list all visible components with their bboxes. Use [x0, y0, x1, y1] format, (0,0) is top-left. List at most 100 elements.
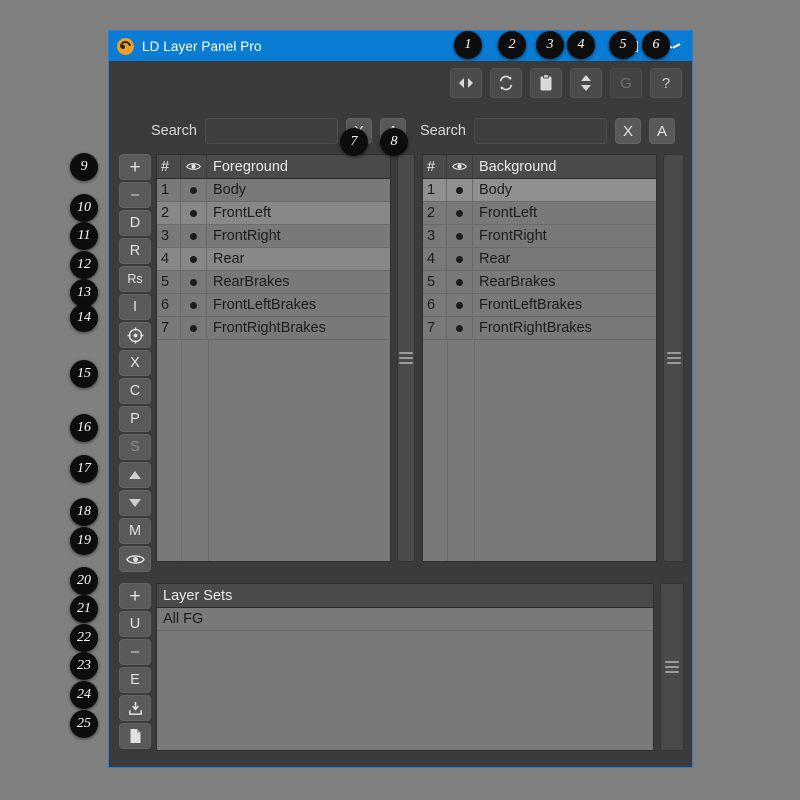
- row-number: 4: [423, 248, 447, 270]
- duplicate-button[interactable]: D: [119, 210, 151, 236]
- table-row[interactable]: 5 RearBrakes: [423, 271, 656, 294]
- layer-sets-panel[interactable]: Layer Sets All FG: [156, 583, 654, 751]
- table-row[interactable]: 1 Body: [157, 179, 390, 202]
- annotation-badge-17: 17: [70, 455, 98, 483]
- paste-button[interactable]: P: [119, 406, 151, 432]
- row-layer-name: FrontRight: [479, 228, 547, 244]
- row-visibility-toggle[interactable]: [447, 294, 473, 316]
- layer-set-name: All FG: [163, 611, 204, 627]
- background-search-input[interactable]: [473, 118, 607, 144]
- clipboard-button[interactable]: [530, 68, 562, 98]
- visibility-button[interactable]: [119, 546, 151, 572]
- background-search-all-button[interactable]: A: [648, 118, 675, 144]
- swap-button[interactable]: [570, 68, 602, 98]
- table-row[interactable]: 7 FrontRightBrakes: [423, 317, 656, 340]
- screen: LD Layer Panel Pro G ? Search Search X A…: [0, 0, 800, 800]
- table-row[interactable]: 4 Rear: [157, 248, 390, 271]
- table-row[interactable]: 5 RearBrakes: [157, 271, 390, 294]
- eye-icon: [186, 163, 201, 170]
- row-number: 5: [423, 271, 447, 293]
- visibility-dot-icon: [456, 278, 463, 286]
- background-list-empty-area[interactable]: [423, 340, 656, 561]
- row-visibility-toggle[interactable]: [181, 248, 207, 270]
- isolate-button[interactable]: I: [119, 294, 151, 320]
- table-row[interactable]: 3 FrontRight: [157, 225, 390, 248]
- foreground-search-input[interactable]: [204, 118, 338, 144]
- remove-layer-button[interactable]: –: [119, 182, 151, 208]
- foreground-list-panel[interactable]: # Foreground 1 Body 2 FrontLeft 3 FrontR…: [156, 154, 391, 562]
- question-mark-icon: ?: [661, 74, 671, 92]
- grip-lines-icon: [666, 352, 681, 364]
- row-visibility-toggle[interactable]: [447, 317, 473, 339]
- annotation-badge-8: 8: [380, 128, 408, 156]
- move-down-button[interactable]: [119, 490, 151, 516]
- row-visibility-toggle[interactable]: [447, 248, 473, 270]
- annotation-badge-22: 22: [70, 624, 98, 652]
- row-visibility-toggle[interactable]: [447, 225, 473, 247]
- table-row[interactable]: 2 FrontLeft: [423, 202, 656, 225]
- table-row[interactable]: 3 FrontRight: [423, 225, 656, 248]
- row-visibility-toggle[interactable]: [447, 271, 473, 293]
- row-layer-name: FrontLeftBrakes: [213, 297, 317, 313]
- table-row[interactable]: 6 FrontLeftBrakes: [423, 294, 656, 317]
- row-layer-name: Body: [479, 182, 513, 198]
- copy-button[interactable]: C: [119, 378, 151, 404]
- edit-set-button[interactable]: E: [119, 667, 151, 693]
- table-row[interactable]: 4 Rear: [423, 248, 656, 271]
- update-set-button[interactable]: U: [119, 611, 151, 637]
- help-button[interactable]: ?: [650, 68, 682, 98]
- remove-set-button[interactable]: –: [119, 639, 151, 665]
- code-button[interactable]: [450, 68, 482, 98]
- row-visibility-toggle[interactable]: [181, 225, 207, 247]
- row-visibility-toggle[interactable]: [181, 179, 207, 201]
- rename-button[interactable]: R: [119, 238, 151, 264]
- add-layer-button[interactable]: +: [119, 154, 151, 180]
- merge-button[interactable]: M: [119, 518, 151, 544]
- target-button[interactable]: [119, 322, 151, 348]
- import-set-button[interactable]: [119, 695, 151, 721]
- rename-selected-button[interactable]: Rs: [119, 266, 151, 292]
- row-visibility-toggle[interactable]: [181, 271, 207, 293]
- annotation-badge-1: 1: [454, 31, 482, 59]
- foreground-list-empty-area[interactable]: [157, 340, 390, 561]
- column-header-visibility: [447, 155, 473, 178]
- visibility-dot-icon: [456, 186, 463, 194]
- splitter-bottom-right[interactable]: [660, 583, 684, 751]
- row-visibility-toggle[interactable]: [447, 202, 473, 224]
- column-header-num: #: [423, 155, 447, 178]
- refresh-button[interactable]: [490, 68, 522, 98]
- row-layer-name: RearBrakes: [213, 274, 290, 290]
- list-item[interactable]: All FG: [157, 608, 653, 631]
- splitter-right[interactable]: [663, 154, 684, 562]
- row-visibility-toggle[interactable]: [447, 179, 473, 201]
- layer-sets-body: All FG: [157, 608, 653, 631]
- background-search-clear-button[interactable]: X: [614, 118, 641, 144]
- row-layer-name: Body: [213, 182, 247, 198]
- table-row[interactable]: 1 Body: [423, 179, 656, 202]
- annotation-badge-12: 12: [70, 251, 98, 279]
- move-up-button[interactable]: [119, 462, 151, 488]
- row-layer-name: Rear: [479, 251, 511, 267]
- row-number: 1: [157, 179, 181, 201]
- column-header-name: Foreground: [213, 158, 288, 175]
- title-bar[interactable]: LD Layer Panel Pro: [109, 31, 692, 61]
- table-row[interactable]: 7 FrontRightBrakes: [157, 317, 390, 340]
- exclude-button[interactable]: X: [119, 350, 151, 376]
- select-button[interactable]: S: [119, 434, 151, 460]
- row-visibility-toggle[interactable]: [181, 202, 207, 224]
- table-row[interactable]: 2 FrontLeft: [157, 202, 390, 225]
- background-list-panel[interactable]: # Background 1 Body 2 FrontLeft 3 FrontR…: [422, 154, 657, 562]
- group-button[interactable]: G: [610, 68, 642, 98]
- new-file-button[interactable]: [119, 723, 151, 749]
- row-visibility-toggle[interactable]: [181, 294, 207, 316]
- add-set-button[interactable]: +: [119, 583, 151, 609]
- table-row[interactable]: 6 FrontLeftBrakes: [157, 294, 390, 317]
- splitter-center[interactable]: [397, 154, 415, 562]
- row-number: 3: [423, 225, 447, 247]
- column-header-visibility: [181, 155, 207, 178]
- column-header-name: Background: [479, 158, 557, 175]
- visibility-dot-icon: [190, 186, 197, 194]
- row-visibility-toggle[interactable]: [181, 317, 207, 339]
- row-number: 4: [157, 248, 181, 270]
- foreground-list-body: 1 Body 2 FrontLeft 3 FrontRight 4 Rear 5…: [157, 179, 390, 561]
